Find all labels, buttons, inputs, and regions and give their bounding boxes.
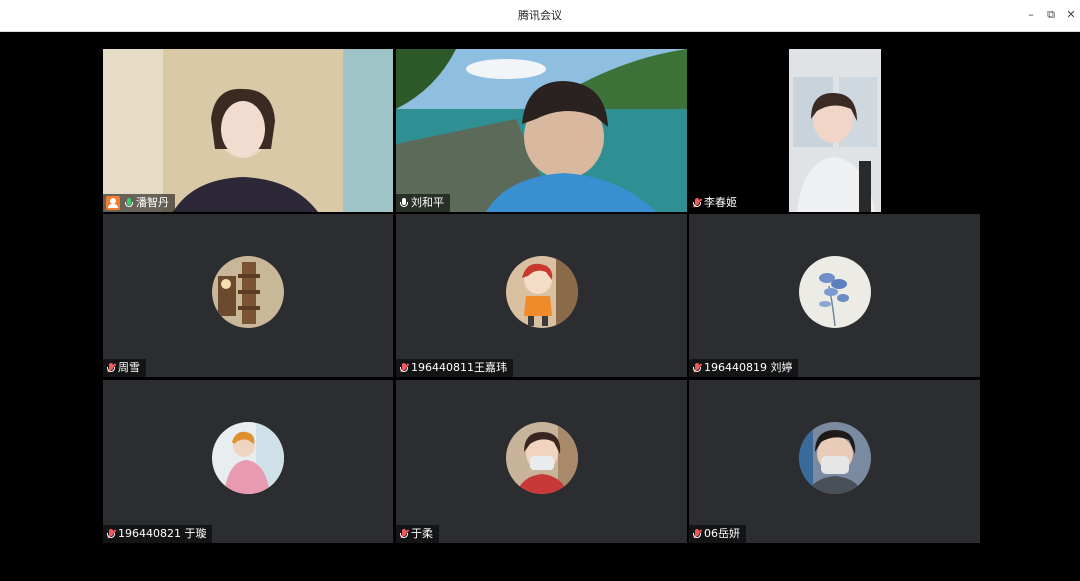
participant-name: 06岳妍 <box>704 527 740 540</box>
participant-name-tag: 06岳妍 <box>689 525 746 543</box>
mic-muted-icon <box>692 362 702 374</box>
mic-icon <box>124 197 134 209</box>
close-button[interactable]: ✕ <box>1062 6 1080 24</box>
mic-muted-icon <box>399 362 409 374</box>
window-titlebar: 腾讯会议 – ⧉ ✕ <box>0 0 1080 32</box>
participant-tile[interactable]: 李春姬 <box>689 49 980 212</box>
participant-tile[interactable]: 刘和平 <box>396 49 687 212</box>
participant-video <box>789 49 881 212</box>
mic-muted-icon <box>106 528 116 540</box>
participant-tile[interactable]: 潘智丹 <box>103 49 393 212</box>
mic-muted-icon <box>692 528 702 540</box>
restore-button[interactable]: ⧉ <box>1042 6 1060 24</box>
participant-tile[interactable]: 06岳妍 <box>689 380 980 543</box>
mic-muted-icon <box>399 528 409 540</box>
avatar <box>212 421 284 494</box>
participant-name: 潘智丹 <box>136 196 169 209</box>
participant-name: 196440811王嘉玮 <box>411 361 507 374</box>
participant-name-tag: 196440819 刘婷 <box>689 359 799 377</box>
mic-muted-icon <box>106 362 116 374</box>
participant-tile[interactable]: 196440819 刘婷 <box>689 214 980 377</box>
avatar <box>505 421 578 494</box>
participant-video <box>103 49 393 212</box>
avatar <box>798 421 871 494</box>
avatar <box>505 255 578 328</box>
video-grid: 潘智丹 刘和平 李春姬 周雪 196440811王嘉玮 196440819 刘婷… <box>0 32 1080 581</box>
host-icon <box>106 196 120 210</box>
participant-name-tag: 于柔 <box>396 525 439 543</box>
participant-name: 196440819 刘婷 <box>704 361 793 374</box>
participant-tile[interactable]: 周雪 <box>103 214 393 377</box>
participant-name: 周雪 <box>118 361 140 374</box>
participant-tile[interactable]: 196440821 于璇 <box>103 380 393 543</box>
participant-name-tag: 潘智丹 <box>103 194 175 212</box>
participant-name-tag: 刘和平 <box>396 194 450 212</box>
avatar <box>212 255 284 328</box>
mic-muted-icon <box>692 197 702 209</box>
avatar <box>798 255 871 328</box>
participant-name-tag: 196440811王嘉玮 <box>396 359 513 377</box>
participant-name: 李春姬 <box>704 196 737 209</box>
participant-name-tag: 李春姬 <box>689 194 743 212</box>
participant-video <box>396 49 687 212</box>
participant-name-tag: 196440821 于璇 <box>103 525 213 543</box>
participant-tile[interactable]: 196440811王嘉玮 <box>396 214 687 377</box>
participant-name: 于柔 <box>411 527 433 540</box>
minimize-button[interactable]: – <box>1022 6 1040 24</box>
participant-name: 刘和平 <box>411 196 444 209</box>
participant-tile[interactable]: 于柔 <box>396 380 687 543</box>
participant-name-tag: 周雪 <box>103 359 146 377</box>
participant-name: 196440821 于璇 <box>118 527 207 540</box>
mic-icon <box>399 197 409 209</box>
window-title: 腾讯会议 <box>518 9 562 22</box>
